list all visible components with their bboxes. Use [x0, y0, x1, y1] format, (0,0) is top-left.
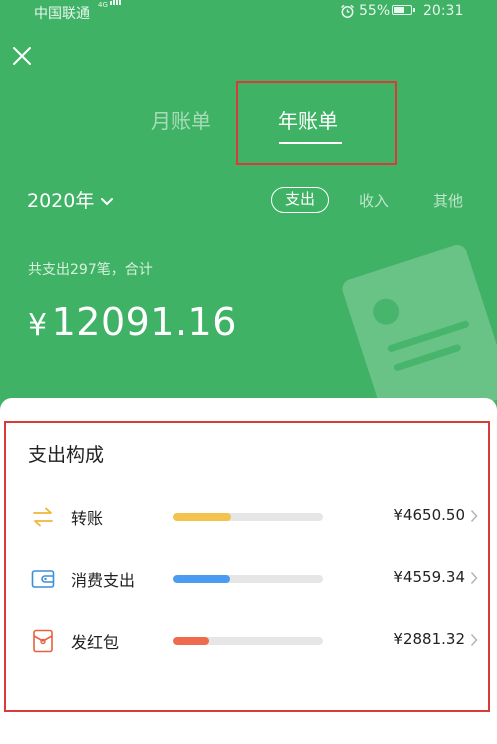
currency-symbol: ¥: [28, 308, 48, 343]
year-label: 2020年: [27, 190, 95, 212]
chevron-down-icon: [101, 197, 114, 205]
red-envelope-icon: [33, 629, 53, 653]
breakdown-item-label: 消费支出: [71, 571, 136, 590]
total-amount: ¥12091.16: [28, 300, 237, 344]
close-button[interactable]: [10, 44, 34, 68]
progress-fill: [173, 513, 231, 521]
status-time: 20:31: [423, 3, 464, 19]
filter-income[interactable]: 收入: [359, 190, 389, 211]
breakdown-item-transfer[interactable]: 转账 ¥4650.50: [0, 496, 497, 536]
breakdown-item-red-envelope[interactable]: 发红包 ¥2881.32: [0, 620, 497, 660]
year-selector[interactable]: 2020年: [27, 186, 114, 213]
wallet-icon: [31, 570, 55, 588]
battery-icon: [392, 5, 415, 15]
progress-bar: [173, 513, 323, 521]
highlight-box-tab: [236, 81, 397, 165]
breakdown-item-label: 发红包: [71, 633, 120, 652]
filter-expense[interactable]: 支出: [271, 187, 329, 213]
progress-fill: [173, 575, 230, 583]
filter-other[interactable]: 其他: [433, 190, 463, 211]
progress-bar: [173, 637, 323, 645]
chevron-right-icon: [470, 633, 478, 647]
battery-percent: 55%: [359, 3, 391, 19]
transfer-icon: [33, 507, 53, 527]
breakdown-title: 支出构成: [28, 444, 105, 466]
tab-monthly-bill[interactable]: 月账单: [151, 105, 211, 134]
status-bar: 中国联通 4G 55% 20:31: [0, 0, 497, 24]
progress-fill: [173, 637, 209, 645]
alarm-icon: [341, 4, 354, 18]
chevron-right-icon: [470, 571, 478, 585]
breakdown-item-label: 转账: [71, 509, 104, 528]
total-amount-value: 12091.16: [51, 300, 237, 344]
breakdown-item-consumption[interactable]: 消费支出 ¥4559.34: [0, 558, 497, 598]
chevron-right-icon: [470, 509, 478, 523]
summary-text: 共支出297笔，合计: [28, 262, 153, 278]
breakdown-item-amount: ¥4559.34: [393, 568, 465, 586]
document-illustration-icon: [342, 244, 497, 408]
network-type: 4G: [98, 1, 108, 9]
progress-bar: [173, 575, 323, 583]
breakdown-item-amount: ¥4650.50: [393, 506, 465, 524]
breakdown-item-amount: ¥2881.32: [393, 630, 465, 648]
carrier-name: 中国联通: [34, 6, 90, 22]
